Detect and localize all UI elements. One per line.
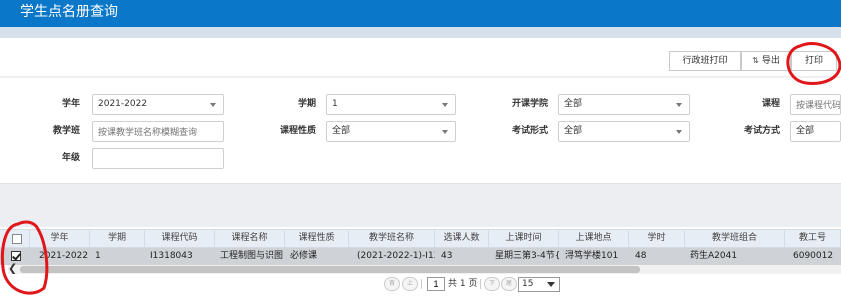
page-title: 学生点名册查询 [20, 4, 118, 20]
exam-form-value: 全部 [564, 126, 583, 136]
cell-course-nature: 必修课 [290, 251, 318, 261]
exam-method-label: 考试方式 [743, 126, 780, 136]
filter-panel: 学年 2021-2022 学期 1 开课学院 全部 课程 教学班 课程性质 全部… [0, 78, 841, 183]
grid-header: 学年 学期 课程代码 课程名称 课程性质 教学班名称 选课人数 上课时间 上课地… [0, 229, 841, 248]
page-number-input[interactable] [427, 277, 445, 291]
header-course-nature[interactable]: 课程性质 [285, 230, 349, 247]
results-toolbar-area [0, 183, 841, 227]
chevron-down-icon [210, 103, 216, 107]
course-nature-label: 课程性质 [279, 126, 316, 136]
chevron-down-icon [547, 282, 555, 287]
teaching-class-label: 教学班 [52, 126, 80, 136]
header-class-name[interactable]: 教学班名称 [349, 230, 435, 247]
cell-term: 1 [95, 251, 101, 261]
header-term[interactable]: 学期 [90, 230, 145, 247]
term-select-value: 1 [332, 99, 338, 109]
course-input[interactable] [790, 94, 841, 115]
scrollbar-thumb[interactable] [20, 266, 640, 273]
cell-class-group: 药生A2041 [690, 251, 738, 261]
page-total-text: 共 1 页 [448, 279, 478, 289]
cell-course-name: 工程制图与识图 [220, 251, 284, 261]
year-label: 学年 [61, 99, 80, 109]
header-course-name[interactable]: 课程名称 [215, 230, 285, 247]
table-row[interactable]: 2021-2022 1 I1318043 工程制图与识图 必修课 (2021-2… [0, 248, 841, 265]
grade-label: 年级 [61, 153, 80, 163]
admin-class-print-button[interactable]: 行政班打印 [669, 51, 741, 71]
toolbar: 行政班打印 ⇅ 导出 打印 [0, 38, 841, 76]
course-label: 课程 [761, 99, 780, 109]
export-label: 导出 [761, 56, 780, 66]
header-time[interactable]: 上课时间 [489, 230, 559, 247]
term-select[interactable]: 1 [326, 94, 456, 115]
header-band [0, 27, 841, 38]
export-button[interactable]: ⇅ 导出 [741, 51, 791, 71]
page-size-select[interactable]: 15 [518, 277, 560, 292]
export-icon: ⇅ [752, 56, 759, 65]
header-staff-id[interactable]: 教工号 [785, 230, 841, 247]
cell-class-name: (2021-2022-1)-I131 [357, 251, 435, 261]
header-class-group[interactable]: 教学班组合 [685, 230, 785, 247]
year-select-value: 2021-2022 [98, 99, 148, 109]
title-bar: 学生点名册查询 [0, 0, 841, 27]
grade-input[interactable] [92, 148, 224, 169]
select-all-cell [0, 230, 30, 247]
college-select-value: 全部 [564, 99, 583, 109]
row-checkbox[interactable] [11, 251, 21, 261]
header-hours[interactable]: 学时 [629, 230, 685, 247]
teaching-class-input[interactable] [92, 121, 224, 142]
exam-method-value: 全部 [796, 126, 815, 136]
page-size-value: 15 [522, 279, 534, 289]
next-page-button[interactable]: 下 [484, 277, 500, 291]
admin-class-print-label: 行政班打印 [682, 56, 728, 66]
select-all-checkbox[interactable] [12, 234, 22, 244]
exam-method-select[interactable]: 全部 [790, 121, 841, 142]
horizontal-scrollbar[interactable]: ❮ [8, 263, 841, 275]
year-select[interactable]: 2021-2022 [92, 94, 224, 115]
header-enrolled[interactable]: 选课人数 [435, 230, 489, 247]
header-location[interactable]: 上课地点 [559, 230, 629, 247]
print-label: 打印 [804, 56, 823, 66]
first-page-button[interactable]: 首 [384, 277, 400, 291]
header-year[interactable]: 学年 [30, 230, 90, 247]
chevron-down-icon [676, 103, 682, 107]
cell-enrolled: 43 [441, 251, 453, 261]
pager-divider [421, 279, 422, 289]
course-nature-select[interactable]: 全部 [326, 121, 456, 142]
course-nature-value: 全部 [332, 126, 351, 136]
exam-form-select[interactable]: 全部 [558, 121, 690, 142]
cell-staff-id: 6090012 [793, 251, 834, 261]
cell-year: 2021-2022 [39, 251, 89, 261]
cell-course-code: I1318043 [150, 251, 193, 261]
last-page-button[interactable]: 尾 [501, 277, 517, 291]
term-label: 学期 [297, 99, 316, 109]
exam-form-label: 考试形式 [511, 126, 548, 136]
pagination: 首 上 共 1 页 下 尾 15 [0, 274, 841, 302]
college-select[interactable]: 全部 [558, 94, 690, 115]
chevron-down-icon [442, 130, 448, 134]
cell-time: 星期三第3-4节{ [495, 251, 559, 261]
cell-location: 浔笃学楼101 [565, 251, 619, 261]
college-label: 开课学院 [511, 99, 548, 109]
print-button[interactable]: 打印 [791, 51, 837, 71]
pager-divider [480, 279, 481, 289]
header-course-code[interactable]: 课程代码 [145, 230, 215, 247]
results-grid: 学年 学期 课程代码 课程名称 课程性质 教学班名称 选课人数 上课时间 上课地… [0, 227, 841, 302]
prev-page-button[interactable]: 上 [402, 277, 418, 291]
chevron-down-icon [442, 103, 448, 107]
cell-hours: 48 [635, 251, 647, 261]
chevron-down-icon [676, 130, 682, 134]
